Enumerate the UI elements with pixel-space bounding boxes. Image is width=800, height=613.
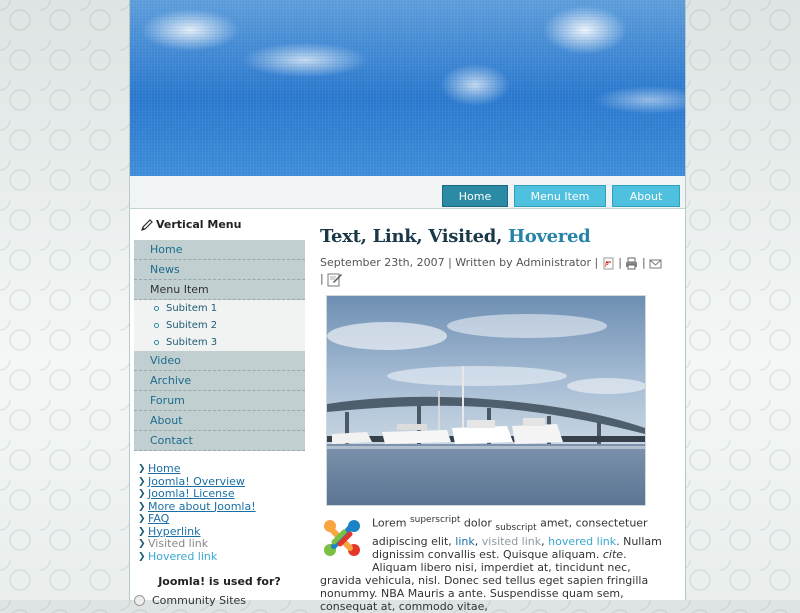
print-icon[interactable] bbox=[625, 257, 638, 270]
subitem-2[interactable]: Subitem 2 bbox=[134, 317, 305, 334]
tab-about[interactable]: About bbox=[612, 185, 680, 207]
menu-item-forum[interactable]: Forum bbox=[134, 391, 305, 411]
menu-item-home[interactable]: Home bbox=[134, 240, 305, 260]
menu-item-video[interactable]: Video bbox=[134, 351, 305, 371]
tab-home[interactable]: Home bbox=[442, 185, 508, 207]
radio-button[interactable] bbox=[134, 595, 145, 606]
menu-item-contact[interactable]: Contact bbox=[134, 431, 305, 451]
subitem-3[interactable]: Subitem 3 bbox=[134, 334, 305, 351]
meta-text: September 23th, 2007 | Written by Admini… bbox=[320, 256, 599, 269]
cite-text: cite bbox=[602, 547, 624, 561]
arrow-icon: ❯ bbox=[138, 539, 146, 549]
arrow-icon: ❯ bbox=[138, 464, 146, 474]
arrow-icon: ❯ bbox=[138, 526, 146, 537]
link-joomla-license[interactable]: Joomla! License bbox=[148, 487, 235, 500]
sidebar: Vertical Menu Home News Menu Item Subite… bbox=[134, 214, 305, 608]
vertical-menu-heading: Vertical Menu bbox=[134, 214, 305, 236]
menu-item-news[interactable]: News bbox=[134, 260, 305, 280]
article-body: Lorem superscript dolor subscript amet, … bbox=[320, 515, 662, 613]
title-hovered[interactable]: Hovered bbox=[508, 226, 591, 247]
title-link[interactable]: Link, bbox=[373, 226, 423, 247]
body-link[interactable]: link bbox=[455, 535, 474, 548]
poll-option-label: Community Sites bbox=[152, 594, 247, 607]
bullet-icon bbox=[154, 323, 159, 328]
arrow-icon: ❯ bbox=[138, 476, 146, 487]
body-text: Lorem bbox=[372, 516, 407, 530]
link-more-about-joomla[interactable]: More about Joomla! bbox=[148, 500, 256, 513]
subitem-label: Subitem 2 bbox=[166, 320, 218, 331]
header-banner bbox=[130, 0, 685, 176]
subitem-label: Subitem 1 bbox=[166, 303, 218, 314]
article-title: Text, Link, Visited, Hovered bbox=[320, 226, 670, 247]
pencil-icon bbox=[141, 219, 153, 231]
link-hovered[interactable]: Hovered link bbox=[148, 550, 217, 563]
bullet-icon bbox=[154, 340, 159, 345]
arrow-icon: ❯ bbox=[138, 489, 146, 499]
title-text: Text, bbox=[320, 226, 367, 247]
subitem-label: Subitem 3 bbox=[166, 337, 218, 348]
title-visited[interactable]: Visited, bbox=[428, 226, 502, 247]
link-visited[interactable]: Visited link bbox=[148, 537, 208, 550]
link-joomla-overview[interactable]: Joomla! Overview bbox=[148, 475, 245, 488]
vertical-menu: Home News Menu Item Subitem 1 Subitem 2 … bbox=[134, 240, 305, 451]
link-home[interactable]: Home bbox=[148, 462, 180, 475]
arrow-icon: ❯ bbox=[138, 514, 146, 524]
arrow-icon: ❯ bbox=[138, 551, 146, 562]
menu-item-archive[interactable]: Archive bbox=[134, 371, 305, 391]
link-hyperlink[interactable]: Hyperlink bbox=[148, 525, 201, 538]
tab-menu-item[interactable]: Menu Item bbox=[514, 185, 606, 207]
list-item: ❯ Hovered link bbox=[138, 550, 305, 564]
menu-item-about[interactable]: About bbox=[134, 411, 305, 431]
submenu: Subitem 1 Subitem 2 Subitem 3 bbox=[134, 300, 305, 351]
superscript-text: superscript bbox=[409, 515, 461, 525]
joomla-logo-icon bbox=[324, 520, 360, 556]
body-hovered-link[interactable]: hovered link bbox=[548, 535, 616, 548]
bullet-icon bbox=[154, 306, 159, 311]
main-content: Text, Link, Visited, Hovered September 2… bbox=[320, 226, 670, 613]
subscript-text: subscript bbox=[495, 522, 537, 533]
subitem-1[interactable]: Subitem 1 bbox=[134, 300, 305, 317]
poll-option[interactable]: Community Sites bbox=[134, 594, 305, 608]
body-text: dolor bbox=[463, 516, 492, 530]
vertical-menu-title: Vertical Menu bbox=[156, 218, 242, 231]
poll-title: Joomla! is used for? bbox=[158, 575, 281, 588]
email-icon[interactable] bbox=[649, 257, 662, 270]
article-photo bbox=[326, 295, 646, 506]
top-navigation: Home Menu Item About bbox=[130, 176, 685, 209]
page-container: Home Menu Item About Vertical Menu Home … bbox=[129, 0, 686, 613]
link-list: ❯ Home ❯ Joomla! Overview ❯ Joomla! License… bbox=[134, 462, 305, 564]
arrow-icon: ❯ bbox=[138, 501, 146, 512]
svg-text:P: P bbox=[605, 262, 609, 269]
article-meta: September 23th, 2007 | Written by Admini… bbox=[320, 255, 670, 287]
pdf-icon[interactable]: P bbox=[602, 257, 615, 270]
menu-item-menu-item[interactable]: Menu Item bbox=[134, 280, 305, 300]
link-faq[interactable]: FAQ bbox=[148, 512, 169, 525]
body-visited-link[interactable]: visited link bbox=[482, 535, 541, 548]
edit-icon[interactable] bbox=[327, 271, 343, 287]
